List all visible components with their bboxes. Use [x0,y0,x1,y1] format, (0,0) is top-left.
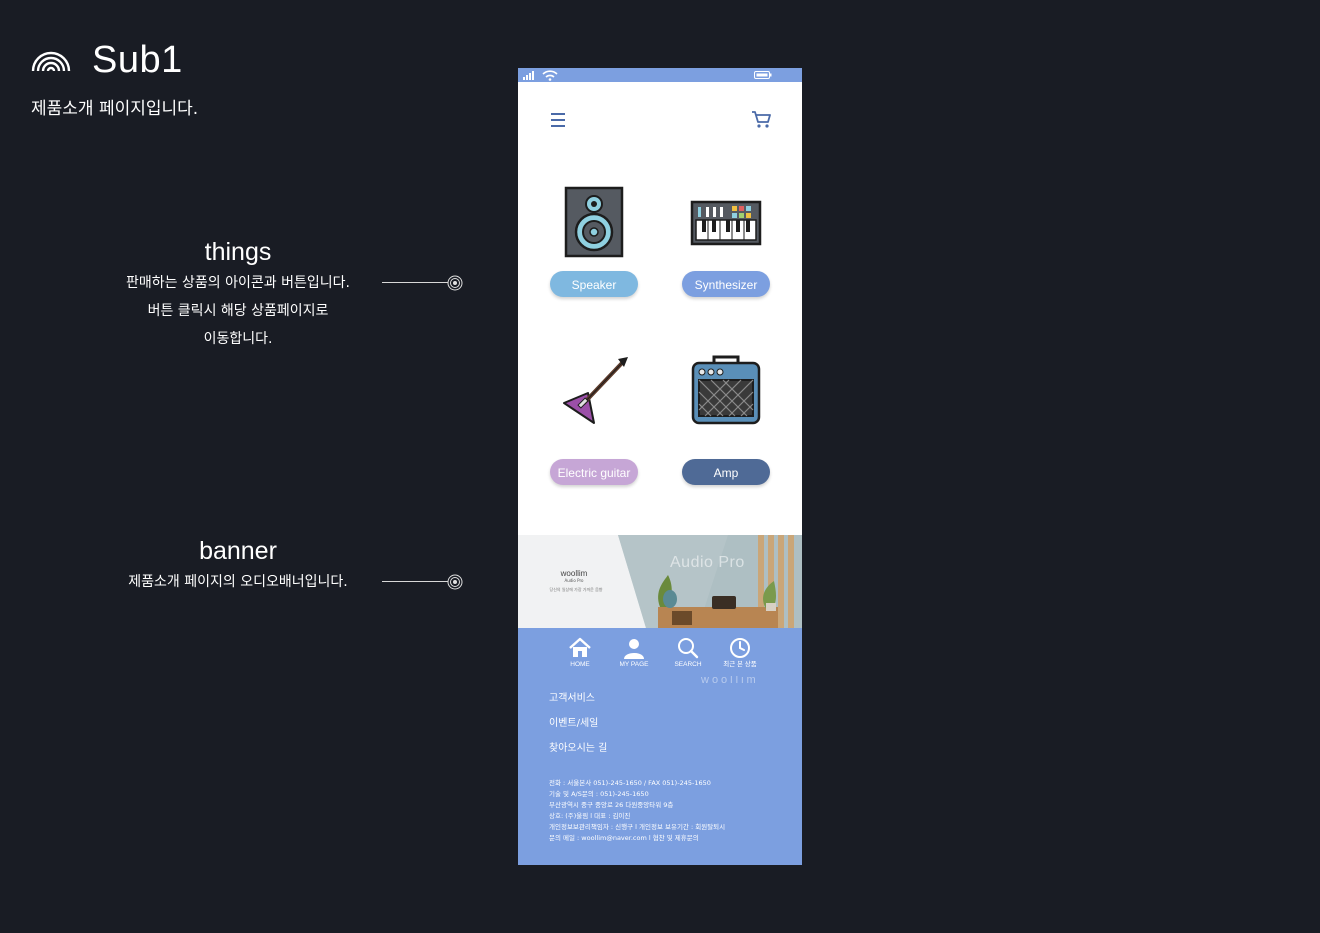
nav-home[interactable]: HOME [554,636,606,670]
clock-icon [730,638,750,658]
footer-company-info: 전화 : 서울본사 051)-245-1650 / FAX 051)-245-1… [549,778,789,844]
amp-icon[interactable] [690,355,762,427]
target-dot-icon [447,275,463,291]
banner-room-image [618,535,802,628]
cart-icon[interactable] [750,108,772,130]
nav-label: 최근 본 상품 [723,661,757,668]
user-icon [624,639,644,659]
footer-link-customer-service[interactable]: 고객서비스 [549,692,595,706]
search-icon [678,638,699,659]
nav-my-page[interactable]: MY PAGE [608,636,660,670]
annotation-connector [382,570,466,594]
annotation-banner: banner 제품소개 페이지의 오디오배너입니다. [88,536,388,596]
footer-info-line: 기술 및 A/S문의 : 051)-245-1650 [549,790,649,798]
hamburger-menu-icon[interactable] [548,110,568,130]
electric-guitar-icon[interactable] [558,355,630,427]
page-subtitle: 제품소개 페이지입니다. [31,99,199,119]
speaker-icon[interactable] [558,186,630,258]
wifi-icon [542,70,558,81]
annotation-connector [382,271,466,295]
target-dot-icon [447,574,463,590]
home-icon [569,637,591,657]
nav-recent[interactable]: 최근 본 상품 [714,636,766,670]
banner-tagline: 당신의 일상에 가장 가까운 음향 [549,587,603,592]
nav-label: SEARCH [674,661,702,668]
banner-headline: Audio Pro [670,554,745,571]
annotation-line: 제품소개 페이지의 오디오배너입니다. [128,574,348,590]
annotation-title: banner [199,537,277,565]
audio-banner[interactable]: woollim Audio Pro 당신의 일상에 가장 가까운 음향 Audi… [518,535,802,628]
footer-info-line: 개인정보보관리책임자 : 신행구 l 개인정보 보유기간 : 회원탈퇴시 [549,823,726,831]
product-button-electric-guitar[interactable]: Electric guitar [550,459,638,485]
footer-info-line: 전화 : 서울본사 051)-245-1650 / FAX 051)-245-1… [549,779,711,787]
phone-screen: Speaker Synthesizer Electric guitar Amp … [518,68,802,865]
nav-label: HOME [570,661,590,668]
banner-brand-sub: Audio Pro [564,578,584,583]
annotation-line: 이동합니다. [203,331,273,347]
footer-brand: woollim [701,676,759,684]
status-bar [518,68,802,82]
product-button-speaker[interactable]: Speaker [550,271,638,297]
footer-info-line: 부산광역시 중구 중앙로 26 다원중앙타워 9층 [549,801,674,809]
product-button-amp[interactable]: Amp [682,459,770,485]
footer-info-line: 상호: (주)울림 l 대표 : 김이진 [549,812,631,820]
nav-label: MY PAGE [619,661,649,668]
banner-brand-logo: woollim [560,569,588,578]
page-title: Sub1 [92,39,183,81]
footer-info-line: 문의 메일 : woollim@naver.com l 협찬 및 제휴문의 [549,834,699,842]
footer-link-events[interactable]: 이벤트/세일 [549,717,598,731]
footer: HOME MY PAGE SEARCH 최근 본 상품 woollim 고객서비… [518,628,802,865]
wireless-signal-icon [31,51,71,72]
product-button-synthesizer[interactable]: Synthesizer [682,271,770,297]
cell-signal-icon [523,71,534,80]
footer-link-directions[interactable]: 찾아오시는 길 [549,742,607,756]
annotation-line: 판매하는 상품의 아이콘과 버튼입니다. [126,275,350,291]
annotation-title: things [204,238,272,266]
annotation-line: 버튼 클릭시 해당 상품페이지로 [147,303,329,319]
annotation-things: things 판매하는 상품의 아이콘과 버튼입니다. 버튼 클릭시 해당 상품… [88,237,388,353]
nav-search[interactable]: SEARCH [662,636,714,670]
synthesizer-icon[interactable] [690,186,762,258]
battery-icon [754,71,772,79]
